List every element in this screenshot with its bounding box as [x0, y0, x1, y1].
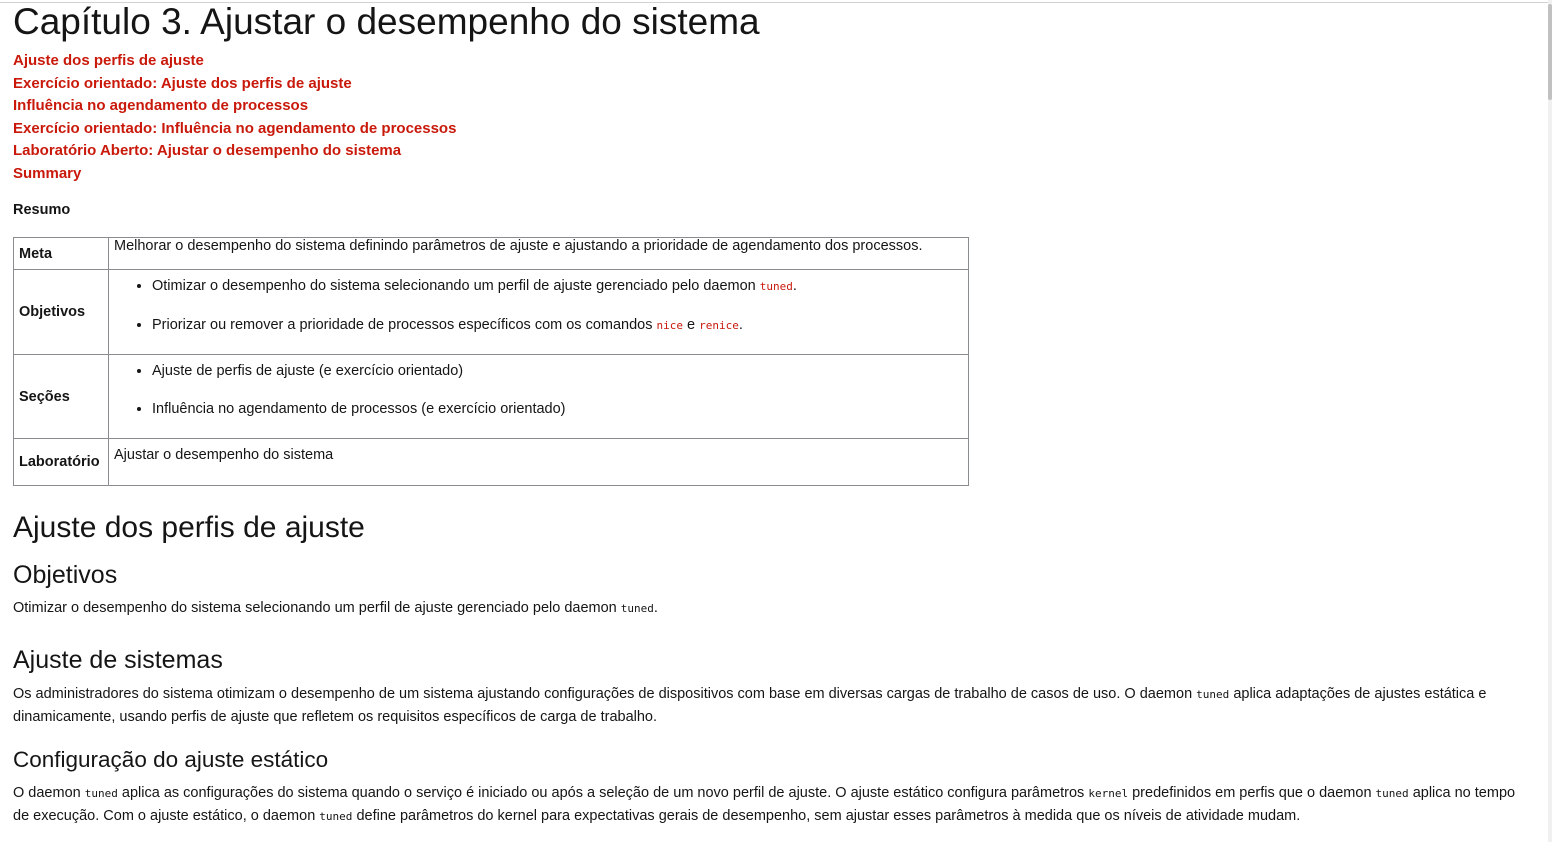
period: .: [653, 600, 658, 616]
sections-label: Seções: [13, 354, 109, 439]
paragraph-text: define parâmetros do kernel para expecta…: [352, 808, 1301, 824]
lab-value: Ajustar o desempenho do sistema: [108, 438, 969, 486]
toc-link[interactable]: Exercício orientado: Influência no agend…: [13, 118, 456, 141]
objectives-value: Otimizar o desempenho do sistema selecio…: [108, 269, 969, 355]
summary-table: Meta Melhorar o desempenho do sistema de…: [13, 237, 969, 486]
conjunction: e: [683, 317, 700, 333]
paragraph-text: O daemon: [13, 785, 85, 801]
meta-value: Melhorar o desempenho do sistema definin…: [108, 237, 969, 270]
toc-link[interactable]: Laboratório Aberto: Ajustar o desempenho…: [13, 140, 456, 163]
lab-text: Ajustar o desempenho do sistema: [114, 447, 334, 463]
objectives-paragraph: Otimizar o desempenho do sistema selecio…: [13, 597, 1528, 620]
list-item: Otimizar o desempenho do sistema selecio…: [152, 276, 963, 297]
code-tuned: tuned: [319, 810, 353, 823]
objective-text: Priorizar ou remover a prioridade de pro…: [152, 317, 657, 333]
period: .: [792, 278, 797, 294]
vertical-scrollbar[interactable]: [1548, 0, 1552, 842]
objectives-list: Otimizar o desempenho do sistema selecio…: [114, 276, 963, 336]
code-renice: renice: [699, 319, 739, 332]
paragraph-text: predefinidos em perfis que o daemon: [1128, 785, 1376, 801]
code-kernel: kernel: [1088, 787, 1129, 800]
code-tuned: tuned: [1375, 787, 1409, 800]
toc-link[interactable]: Ajuste dos perfis de ajuste: [13, 50, 456, 73]
code-tuned: tuned: [759, 280, 793, 293]
chapter-title: Capítulo 3. Ajustar o desempenho do sist…: [13, 1, 760, 42]
tuning-heading: Ajuste de sistemas: [13, 646, 223, 674]
lab-label: Laboratório: [13, 438, 109, 486]
list-item: Ajuste de perfis de ajuste (e exercício …: [152, 361, 963, 381]
code-nice: nice: [656, 319, 684, 332]
meta-label: Meta: [13, 237, 109, 270]
toc-link[interactable]: Exercício orientado: Ajuste dos perfis d…: [13, 73, 456, 96]
code-tuned: tuned: [84, 787, 118, 800]
objectives-heading: Objetivos: [13, 561, 118, 589]
sections-value: Ajuste de perfis de ajuste (e exercício …: [108, 354, 969, 439]
table-row: Laboratório Ajustar o desempenho do sist…: [13, 438, 969, 486]
static-tuning-paragraph: O daemon tuned aplica as configurações d…: [13, 782, 1528, 828]
table-row: Objetivos Otimizar o desempenho do siste…: [13, 269, 969, 355]
list-item: Priorizar ou remover a prioridade de pro…: [152, 315, 963, 336]
list-item: Influência no agendamento de processos (…: [152, 399, 963, 419]
sections-list: Ajuste de perfis de ajuste (e exercício …: [114, 361, 963, 419]
toc-link[interactable]: Influência no agendamento de processos: [13, 95, 456, 118]
scrollbar-thumb[interactable]: [1548, 4, 1552, 100]
period: .: [738, 317, 743, 333]
paragraph-text: aplica as configurações do sistema quand…: [117, 785, 1089, 801]
summary-heading: Resumo: [13, 202, 71, 218]
static-tuning-heading: Configuração do ajuste estático: [13, 747, 329, 772]
objectives-label: Objetivos: [13, 269, 109, 355]
code-tuned: tuned: [1196, 688, 1230, 701]
objective-text: Otimizar o desempenho do sistema selecio…: [152, 278, 760, 294]
chapter-toc: Ajuste dos perfis de ajuste Exercício or…: [13, 50, 456, 186]
table-row: Seções Ajuste de perfis de ajuste (e exe…: [13, 354, 969, 439]
tuning-paragraph: Os administradores do sistema otimizam o…: [13, 683, 1528, 728]
paragraph-text: Os administradores do sistema otimizam o…: [13, 686, 1197, 702]
table-row: Meta Melhorar o desempenho do sistema de…: [13, 237, 969, 270]
paragraph-text: Otimizar o desempenho do sistema selecio…: [13, 600, 621, 616]
toc-link[interactable]: Summary: [13, 163, 456, 186]
section-title: Ajuste dos perfis de ajuste: [13, 511, 365, 544]
code-tuned: tuned: [620, 602, 654, 615]
